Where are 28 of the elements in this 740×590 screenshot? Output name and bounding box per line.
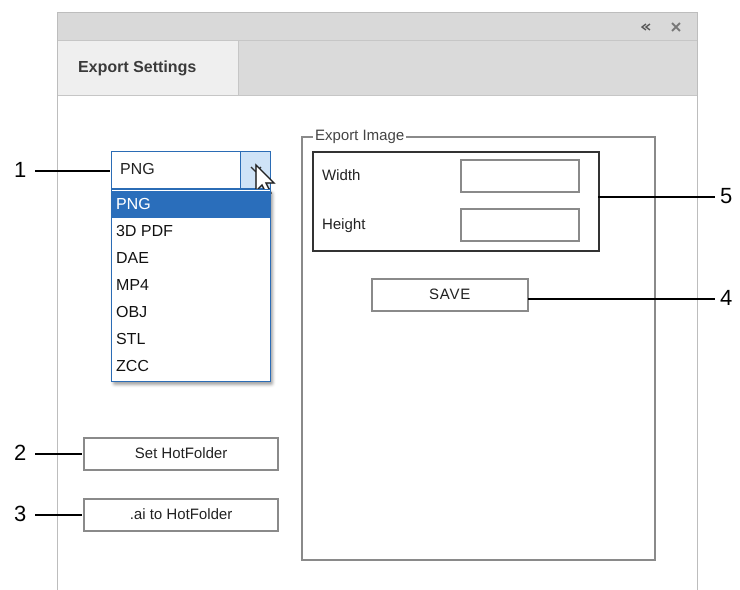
- callout-number: 2: [14, 439, 26, 467]
- leader-line: [35, 514, 82, 516]
- dropdown-option[interactable]: 3D PDF: [112, 218, 270, 245]
- close-icon[interactable]: [671, 22, 681, 32]
- field-label: Height: [322, 214, 366, 235]
- tab[interactable]: Export Settings: [58, 41, 239, 95]
- group-title: Export Image: [313, 127, 406, 145]
- callout-number: 3: [14, 500, 26, 528]
- format-dropdown[interactable]: PNG: [111, 151, 271, 189]
- dropdown-option[interactable]: OBJ: [112, 299, 270, 326]
- dropdown-option[interactable]: MP4: [112, 272, 270, 299]
- callout-number: 1: [14, 156, 26, 184]
- save-button[interactable]: SAVE: [371, 278, 529, 312]
- hotfolder-button[interactable]: .ai to HotFolder: [83, 498, 279, 532]
- dropdown-option[interactable]: PNG: [112, 191, 270, 218]
- dropdown-value: PNG: [119, 160, 156, 180]
- hotfolder-button[interactable]: Set HotFolder: [83, 437, 279, 471]
- dropdown-option[interactable]: DAE: [112, 245, 270, 272]
- collapse-icon[interactable]: [641, 22, 651, 30]
- dropdown-option[interactable]: STL: [112, 326, 270, 353]
- callout-number: 5: [720, 182, 732, 210]
- dropdown-option[interactable]: ZCC: [112, 353, 270, 380]
- callout-number: 4: [720, 284, 732, 312]
- input-field[interactable]: [460, 208, 580, 242]
- leader-line: [35, 453, 82, 455]
- field-label: Width: [322, 166, 362, 186]
- chevron-down-icon: [250, 166, 262, 174]
- input-field[interactable]: [460, 159, 580, 193]
